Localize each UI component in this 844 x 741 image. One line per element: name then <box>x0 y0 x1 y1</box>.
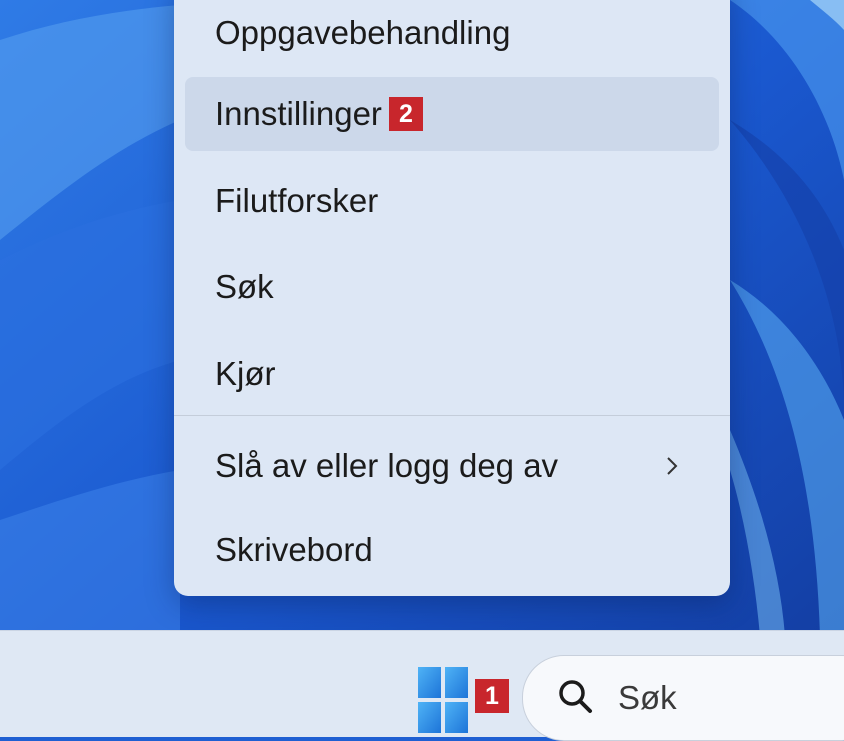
taskbar-search-box[interactable]: Søk <box>522 655 844 741</box>
menu-item-desktop[interactable]: Skrivebord <box>185 513 719 587</box>
menu-item-run[interactable]: Kjør <box>185 337 719 411</box>
menu-item-label: Filutforsker <box>215 182 379 219</box>
step-badge-1: 1 <box>475 679 509 713</box>
menu-item-label-wrapper: Innstillinger 2 <box>215 77 423 151</box>
menu-item-label: Skrivebord <box>215 531 373 568</box>
context-menu: Oppgavebehandling Innstillinger 2 Filutf… <box>174 0 730 596</box>
menu-item-label: Innstillinger <box>215 95 382 132</box>
menu-divider <box>174 415 730 416</box>
menu-item-shutdown-signout[interactable]: Slå av eller logg deg av <box>185 429 719 503</box>
menu-item-label: Slå av eller logg deg av <box>215 447 559 484</box>
chevron-right-icon <box>667 457 678 475</box>
menu-item-search[interactable]: Søk <box>185 250 719 324</box>
menu-item-label: Kjør <box>215 355 276 392</box>
search-placeholder: Søk <box>618 679 677 716</box>
menu-item-settings[interactable]: Innstillinger 2 <box>185 77 719 151</box>
taskbar: 1 Søk <box>0 630 844 741</box>
search-icon <box>559 680 592 713</box>
step-badge-2: 2 <box>388 97 423 131</box>
menu-item-task-manager[interactable]: Oppgavebehandling <box>185 0 719 70</box>
menu-item-label: Søk <box>215 268 274 305</box>
windows-logo-icon[interactable] <box>418 667 468 733</box>
menu-item-label: Oppgavebehandling <box>215 14 511 51</box>
menu-item-file-explorer[interactable]: Filutforsker <box>185 164 719 238</box>
